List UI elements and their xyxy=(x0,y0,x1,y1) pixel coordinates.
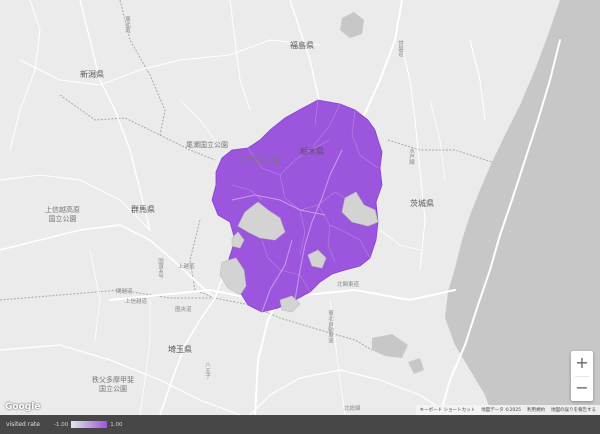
road-label-kan-etsu-road: 上信越道 xyxy=(125,299,148,305)
legend-bar: visited rate -1.00 1.00 xyxy=(0,415,600,434)
road-label-joetsu: 上越道 xyxy=(178,264,195,270)
road-label-kita: 北総線 xyxy=(344,406,361,412)
zoom-out-button[interactable]: − xyxy=(571,376,593,401)
map-data-text: 地図データ ©2025 xyxy=(481,408,521,413)
road-label-joban: 常磐道 xyxy=(397,40,403,57)
zoom-control: + − xyxy=(571,351,593,401)
label-chichibu-park: 秩父多摩甲斐 国立公園 xyxy=(92,376,134,393)
keyboard-shortcuts-link[interactable]: キーボード ショートカット xyxy=(420,407,475,413)
attribution-bar: キーボード ショートカット 地図データ ©2025 利用規約 地図の誤りを報告す… xyxy=(415,405,600,415)
report-error-link[interactable]: 地図の誤りを報告する xyxy=(551,407,596,413)
road-label-tohoku2: 東北自動車道 xyxy=(327,310,333,343)
road-label-tohoku: 東北道 xyxy=(124,16,130,33)
google-logo: Google xyxy=(5,402,41,412)
lake xyxy=(372,334,408,358)
legend-gradient xyxy=(71,421,108,428)
zoom-divider xyxy=(575,376,589,377)
road-label-kitakanto: 北関東道 xyxy=(337,282,360,288)
legend-max-value: 1.00 xyxy=(110,421,123,428)
label-nikko-park: 日光国立公園 xyxy=(238,156,280,164)
road-label-mito: 水戸線 xyxy=(408,148,414,165)
lake xyxy=(408,358,424,374)
map-svg xyxy=(0,0,600,415)
label-joshinetsu-park: 上信越高原 国立公園 xyxy=(45,206,80,223)
label-saitama: 埼玉県 xyxy=(168,345,192,354)
terms-link[interactable]: 利用規約 xyxy=(527,407,545,413)
legend-min-value: -1.00 xyxy=(54,421,69,428)
legend-title: visited rate xyxy=(6,421,40,428)
label-niigata: 新潟県 xyxy=(80,70,104,79)
label-fukushima: 福島県 xyxy=(290,41,314,50)
road-label-ken-o: 圏央道 xyxy=(175,307,192,313)
lake xyxy=(340,12,364,38)
label-tochigi: 栃木県 xyxy=(300,147,324,156)
road-label-r4: 国道4号 xyxy=(157,258,163,278)
map-app: 福島県 新潟県 栃木県 群馬県 茨城県 埼玉県 尾瀬国立公園 日光国立公園 上信… xyxy=(0,0,600,434)
label-gunma: 群馬県 xyxy=(131,205,155,214)
road-label-hachioji: 八王子 xyxy=(204,362,210,379)
label-ibaraki: 茨城県 xyxy=(410,199,434,208)
road-label-kanetsu: 関越道 xyxy=(116,289,133,295)
zoom-in-button[interactable]: + xyxy=(571,351,593,376)
map-canvas[interactable]: 福島県 新潟県 栃木県 群馬県 茨城県 埼玉県 尾瀬国立公園 日光国立公園 上信… xyxy=(0,0,600,415)
label-oze-park: 尾瀬国立公園 xyxy=(186,141,228,149)
